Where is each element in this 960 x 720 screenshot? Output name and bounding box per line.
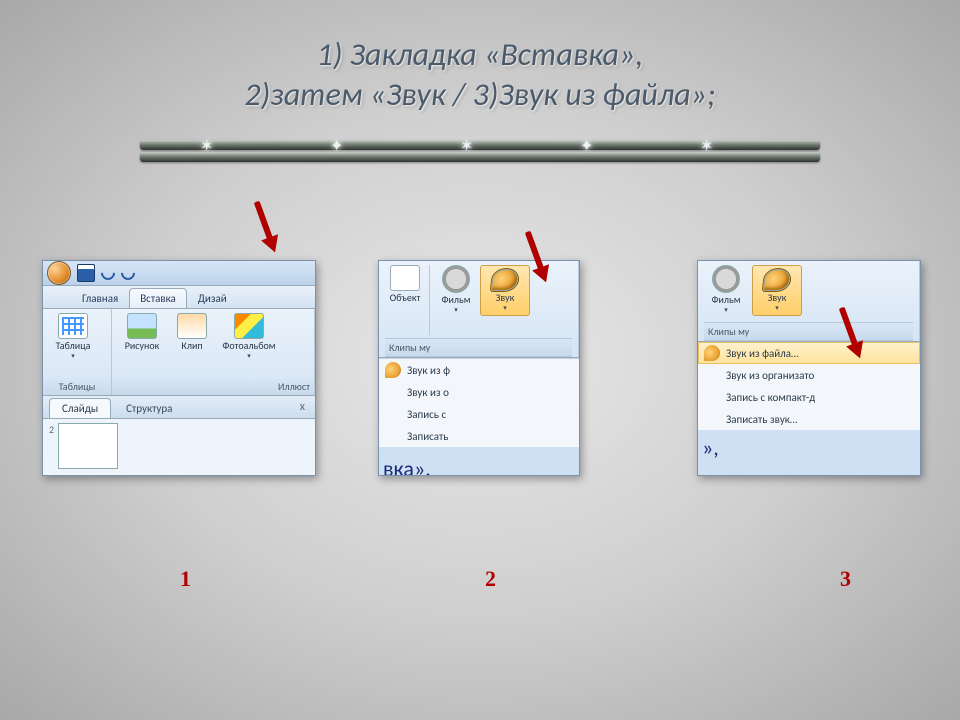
title-line-2: 2)затем «Звук / 3)Звук из файла»; (0, 75, 960, 115)
ribbon-tabs: Главная Вставка Дизай (43, 286, 315, 309)
slide-body-text-fragment: вка». (379, 447, 579, 476)
group-title-illustrations: Иллюст (112, 378, 314, 395)
sound-button[interactable]: Звук ▾ (752, 265, 802, 316)
table-button[interactable]: Таблица ▾ (49, 313, 97, 360)
film-button[interactable]: Фильм ▾ (434, 265, 478, 314)
office-button-icon[interactable] (47, 261, 71, 285)
slide-body-text-fragment: », (698, 430, 920, 469)
ornamental-divider: ✶ ✦ ✶ ✦ ✶ (140, 140, 820, 162)
slide-number: 2 (49, 423, 54, 476)
picture-button[interactable]: Рисунок (118, 313, 166, 351)
screenshot-step-1: Главная Вставка Дизай Таблица ▾ Таблицы … (42, 260, 316, 476)
group-title-tables: Таблицы (43, 378, 111, 395)
slides-pane-tabs: Слайды Структура x (43, 396, 315, 419)
clip-button[interactable]: Клип (172, 313, 212, 351)
redo-icon[interactable] (118, 263, 138, 283)
menu-item-record-sound[interactable]: Записать (379, 425, 579, 447)
sound-icon (491, 269, 519, 291)
menu-item-record-cd[interactable]: Запись с (379, 403, 579, 425)
menu-item-sound-from-organizer[interactable]: Звук из о (379, 381, 579, 403)
screenshot-step-3: Фильм ▾ Звук ▾ Клипы му Звук из файла… З… (697, 260, 921, 476)
screenshot-step-2: Объект Фильм ▾ Звук ▾ Клипы му Звук из ф (378, 260, 580, 476)
tab-insert[interactable]: Вставка (129, 288, 187, 308)
pane-close-icon[interactable]: x (300, 400, 305, 414)
menu-item-sound-from-file[interactable]: Звук из ф (379, 359, 579, 381)
group-title-media: Клипы му (704, 322, 913, 341)
menu-item-record-sound[interactable]: Записать звук… (698, 408, 920, 430)
clip-icon (177, 313, 207, 339)
menu-item-record-cd[interactable]: Запись с компакт-д (698, 386, 920, 408)
step-label-2: 2 (485, 566, 496, 592)
table-icon (58, 313, 88, 339)
ribbon-insert: Таблица ▾ Таблицы Рисунок Клип Фотоальбо… (43, 309, 315, 396)
sound-icon (763, 269, 791, 291)
object-icon (390, 265, 420, 291)
sound-icon (704, 345, 720, 361)
step-label-3: 3 (840, 566, 851, 592)
film-icon (712, 265, 740, 293)
menu-item-sound-from-file[interactable]: Звук из файла… (698, 342, 920, 364)
slide-title: 1) Закладка «Вставка», 2)затем «Звук / 3… (0, 35, 960, 115)
tab-home[interactable]: Главная (71, 288, 129, 308)
slide-body-text-fragment: файла»; (698, 469, 920, 476)
slide-thumbnails: 2 (43, 419, 315, 476)
film-icon (442, 265, 470, 293)
pane-tab-slides[interactable]: Слайды (49, 398, 111, 418)
group-title-media: Клипы му (385, 338, 572, 357)
ribbon-media: Фильм ▾ Звук ▾ Клипы му (698, 261, 920, 342)
picture-icon (127, 313, 157, 339)
undo-icon[interactable] (98, 263, 118, 283)
title-line-1: 1) Закладка «Вставка», (0, 35, 960, 75)
quick-access-toolbar (43, 261, 315, 286)
object-button[interactable]: Объект (385, 265, 425, 303)
sound-dropdown-menu: Звук из файла… Звук из организато Запись… (698, 342, 920, 430)
save-icon[interactable] (77, 264, 95, 282)
photoalbum-button[interactable]: Фотоальбом ▾ (218, 313, 280, 360)
photoalbum-icon (234, 313, 264, 339)
pane-tab-outline[interactable]: Структура (113, 398, 185, 418)
film-button[interactable]: Фильм ▾ (704, 265, 748, 314)
tab-design[interactable]: Дизай (187, 288, 238, 308)
arrow-to-insert-tab (251, 200, 281, 256)
menu-item-sound-from-organizer[interactable]: Звук из организато (698, 364, 920, 386)
sound-button[interactable]: Звук ▾ (480, 265, 530, 316)
step-label-1: 1 (180, 566, 191, 592)
slide-thumbnail[interactable] (58, 423, 118, 469)
sound-icon (385, 362, 401, 378)
sound-dropdown-menu: Звук из ф Звук из о Запись с Записать (379, 358, 579, 447)
